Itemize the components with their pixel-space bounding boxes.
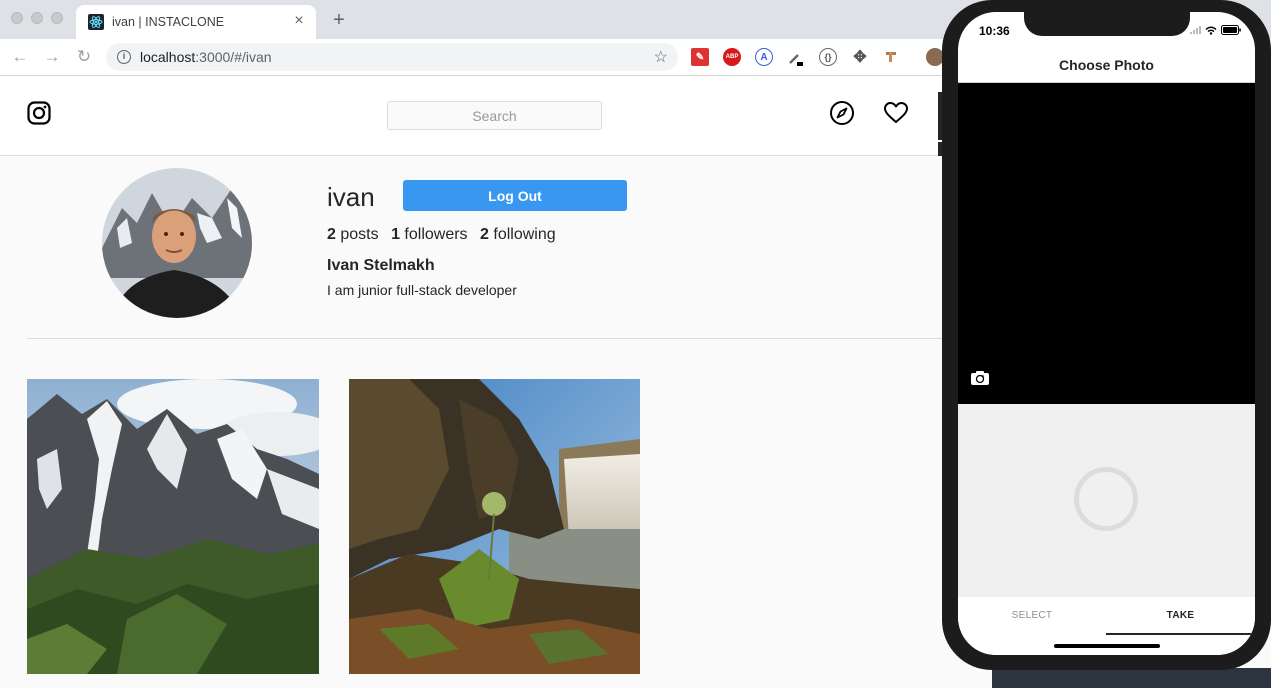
profile-stats: 2 posts 1 followers 2 following: [327, 226, 564, 244]
back-arrow-icon[interactable]: ←: [9, 46, 31, 68]
minimize-window-button[interactable]: [31, 12, 43, 24]
home-indicator[interactable]: [1054, 644, 1160, 648]
eyedropper-icon[interactable]: [787, 48, 805, 66]
phone-screen: 10:36 Choose Photo SELECT TAKE: [958, 12, 1255, 655]
zoom-window-button[interactable]: [51, 12, 63, 24]
reload-icon[interactable]: ↻: [73, 46, 95, 68]
profile-username: ivan: [327, 182, 375, 212]
address-bar[interactable]: i localhost:3000/#/ivan ☆: [106, 43, 678, 71]
clip-icon[interactable]: ✎: [691, 48, 709, 66]
instagram-logo-icon[interactable]: [27, 101, 51, 125]
following-stat[interactable]: 2 following: [480, 226, 556, 243]
tab-select[interactable]: SELECT: [958, 610, 1106, 621]
shutter-area: [958, 404, 1255, 597]
react-icon: [88, 14, 104, 30]
tab-title: ivan | INSTACLONE: [112, 15, 225, 29]
photo-tab-bar: SELECT TAKE: [958, 597, 1255, 655]
active-tab-indicator: [1106, 633, 1255, 635]
phone-simulator: 10:36 Choose Photo SELECT TAKE: [942, 0, 1271, 670]
signal-icon: [1190, 26, 1201, 34]
posts-stat: 2 posts: [327, 226, 379, 243]
ruler-icon[interactable]: [883, 48, 901, 66]
a-icon[interactable]: A: [755, 48, 773, 66]
tab-take[interactable]: TAKE: [1106, 610, 1255, 621]
explore-compass-icon[interactable]: [829, 100, 855, 126]
profile-bio: I am junior full-stack developer: [327, 282, 517, 298]
status-icons: [1190, 25, 1241, 35]
desktop-background: [992, 668, 1271, 688]
browser-tab[interactable]: ivan | INSTACLONE ×: [76, 5, 316, 39]
post-thumbnail-waterfall[interactable]: [349, 379, 640, 674]
abp-icon[interactable]: ABP: [723, 48, 741, 66]
shutter-button[interactable]: [1074, 467, 1138, 531]
status-time: 10:36: [979, 24, 1010, 38]
url-text[interactable]: localhost:3000/#/ivan: [140, 49, 272, 65]
logout-button[interactable]: Log Out: [403, 180, 627, 211]
curly-icon[interactable]: {}: [819, 48, 837, 66]
wifi-icon: [1205, 26, 1217, 35]
profile-avatar[interactable]: [102, 168, 252, 318]
followers-stat[interactable]: 1 followers: [391, 226, 468, 243]
forward-arrow-icon[interactable]: →: [41, 46, 63, 68]
flip-camera-icon[interactable]: [970, 370, 990, 386]
battery-icon: [1221, 25, 1241, 35]
bookmark-star-icon[interactable]: ☆: [654, 47, 668, 67]
profile-full-name: Ivan Stelmakh: [327, 257, 435, 274]
close-window-button[interactable]: [11, 12, 23, 24]
move-icon[interactable]: ✥: [851, 48, 869, 66]
heart-icon[interactable]: [883, 100, 909, 126]
close-tab-icon[interactable]: ×: [290, 12, 308, 30]
divider: [27, 338, 947, 339]
screen-title: Choose Photo: [1059, 57, 1154, 73]
info-icon[interactable]: i: [117, 50, 131, 64]
post-thumbnail-mountain[interactable]: [27, 379, 319, 674]
phone-notch: [1024, 12, 1190, 36]
search-input[interactable]: [387, 101, 602, 130]
new-tab-button[interactable]: +: [328, 9, 350, 31]
camera-preview: [958, 83, 1255, 404]
